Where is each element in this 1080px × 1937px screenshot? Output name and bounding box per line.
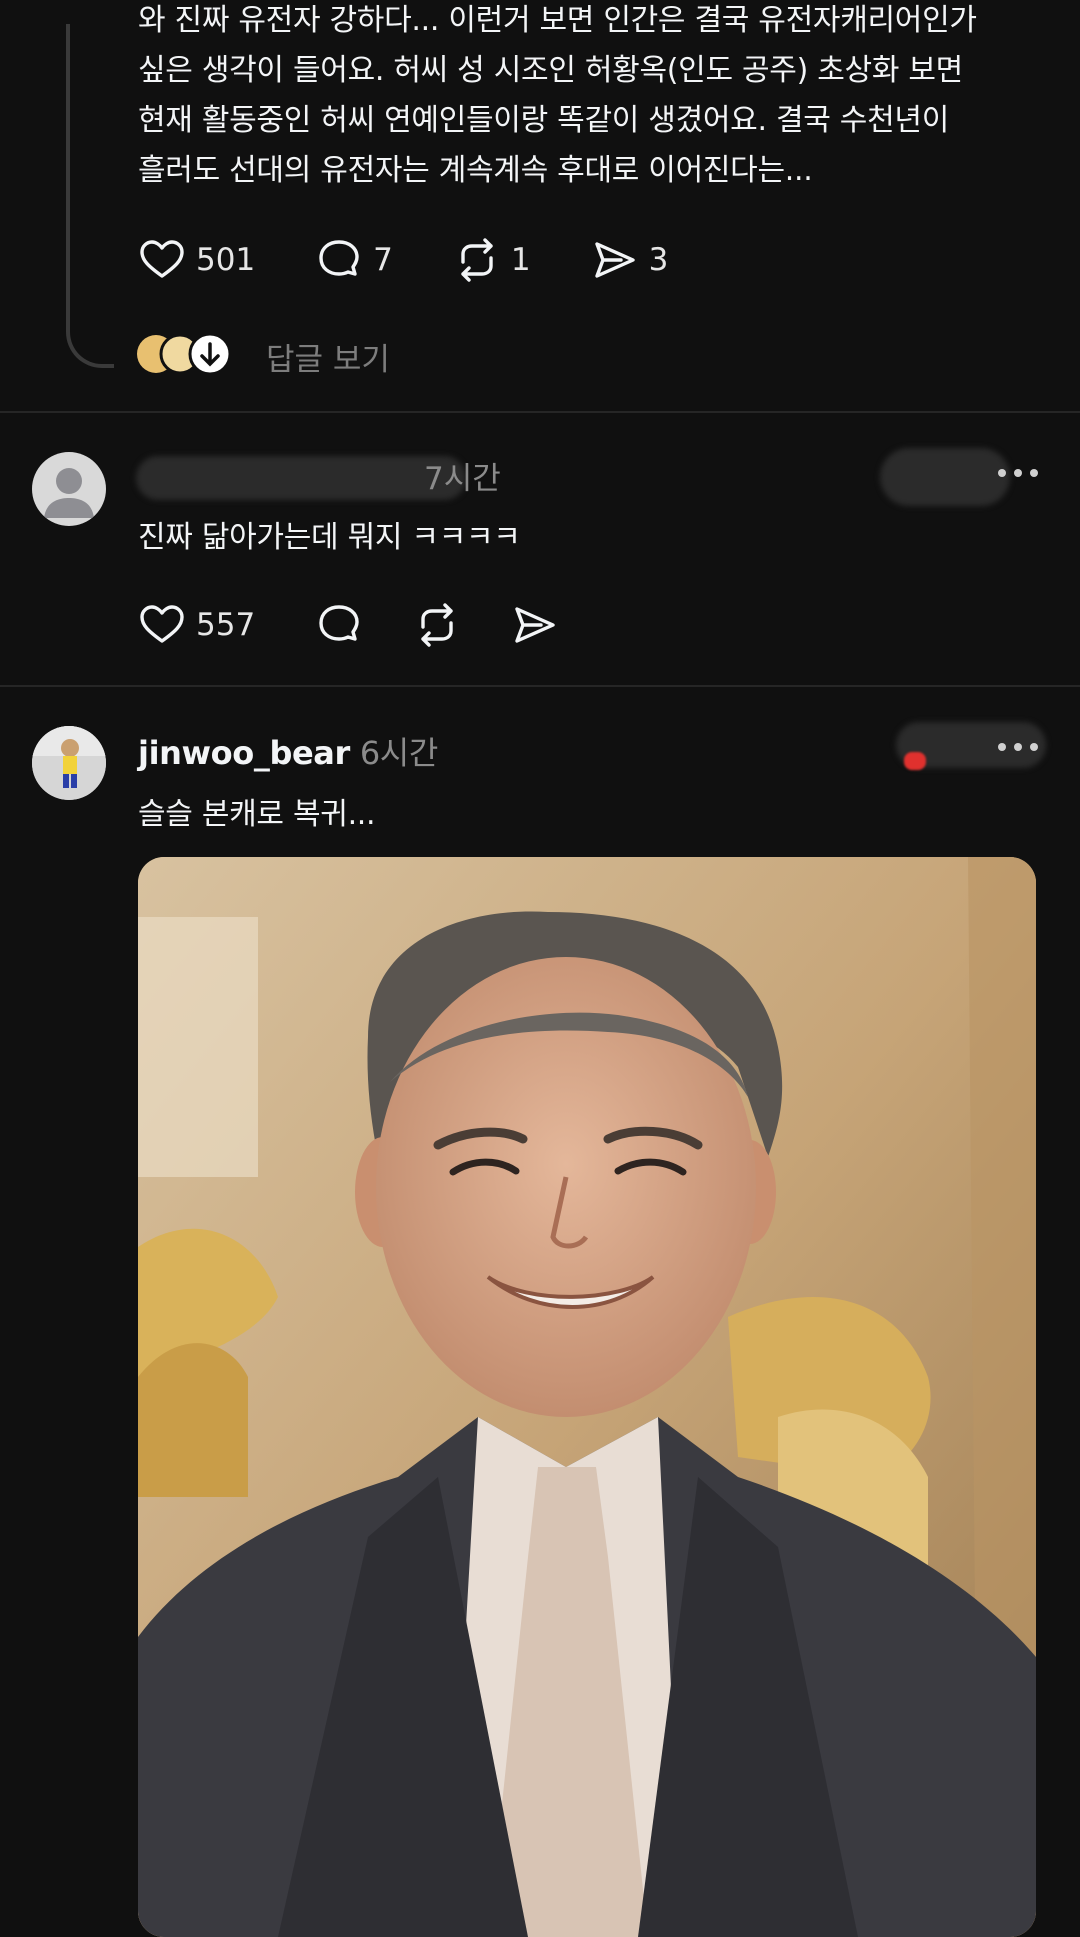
comment-text-line: 현재 활동중인 허씨 연예인들이랑 똑같이 생겼어요. 결국 수천년이 [138, 103, 949, 138]
heart-icon [140, 605, 184, 643]
repost-icon [421, 603, 453, 647]
like-button[interactable]: 501 [138, 236, 255, 284]
comment-text-line: 싶은 생각이 들어요. 허씨 성 시조인 허황옥(인도 공주) 초상화 보면 [138, 53, 963, 88]
ellipsis-icon[interactable] [996, 741, 1040, 753]
heart-icon [140, 240, 184, 278]
like-count: 557 [196, 607, 256, 643]
post-time: 6시간 [359, 734, 438, 772]
reply-avatars [137, 332, 232, 376]
send-icon [515, 607, 555, 643]
redacted-username [136, 456, 466, 500]
like-button[interactable]: 557 [138, 601, 255, 649]
repost-button[interactable]: 1 [453, 236, 531, 284]
badge-mark [904, 752, 926, 770]
repost-icon [461, 238, 493, 282]
avatar[interactable] [32, 726, 106, 800]
default-user-icon [44, 468, 94, 518]
thread-connector-line [66, 24, 114, 368]
avatar-peek [40, 0, 100, 4]
comment-text-line: 흘러도 선대의 유전자는 계속계속 후대로 이어진다는... [138, 153, 813, 188]
send-icon [594, 242, 635, 278]
repost-button[interactable] [413, 601, 461, 649]
like-count: 501 [196, 242, 256, 278]
avatar[interactable] [32, 452, 106, 526]
redacted-badge [880, 448, 1010, 506]
post-header: jinwoo_bear 6시간 [138, 728, 438, 774]
portrait-photo [138, 857, 1036, 1937]
comment-text: 진짜 닮아가는데 뭐지 ㅋㅋㅋㅋ [138, 520, 521, 555]
user-photo [32, 726, 106, 800]
share-button[interactable]: 3 [591, 236, 669, 284]
share-button[interactable] [511, 601, 559, 649]
share-count: 3 [648, 242, 669, 278]
comment-text-line: 와 진짜 유전자 강하다... 이런거 보면 인간은 결국 유전자캐리어인가 [138, 3, 977, 38]
ellipsis-icon[interactable] [996, 467, 1040, 479]
reply-button[interactable]: 7 [315, 236, 393, 284]
comment-bubble-icon [319, 605, 359, 641]
comment-text: 와 진짜 유전자 강하다... 이런거 보면 인간은 결국 유전자캐리어인가 싶… [138, 0, 977, 196]
reply-count: 7 [373, 242, 393, 278]
post-time: 7시간 [424, 461, 501, 497]
post-image[interactable] [138, 857, 1036, 1937]
comment-bubble-icon [319, 240, 359, 276]
comment-actions: 557 [138, 601, 619, 649]
comment-actions: 501 7 1 3 [138, 236, 728, 284]
view-replies-link[interactable]: 답글 보기 [266, 334, 390, 379]
reply-button[interactable] [315, 601, 363, 649]
repost-count: 1 [510, 242, 531, 278]
divider [0, 411, 1080, 413]
username[interactable]: jinwoo_bear [138, 734, 350, 772]
divider [0, 685, 1080, 687]
post-text: 슬슬 본캐로 복귀... [138, 797, 376, 832]
